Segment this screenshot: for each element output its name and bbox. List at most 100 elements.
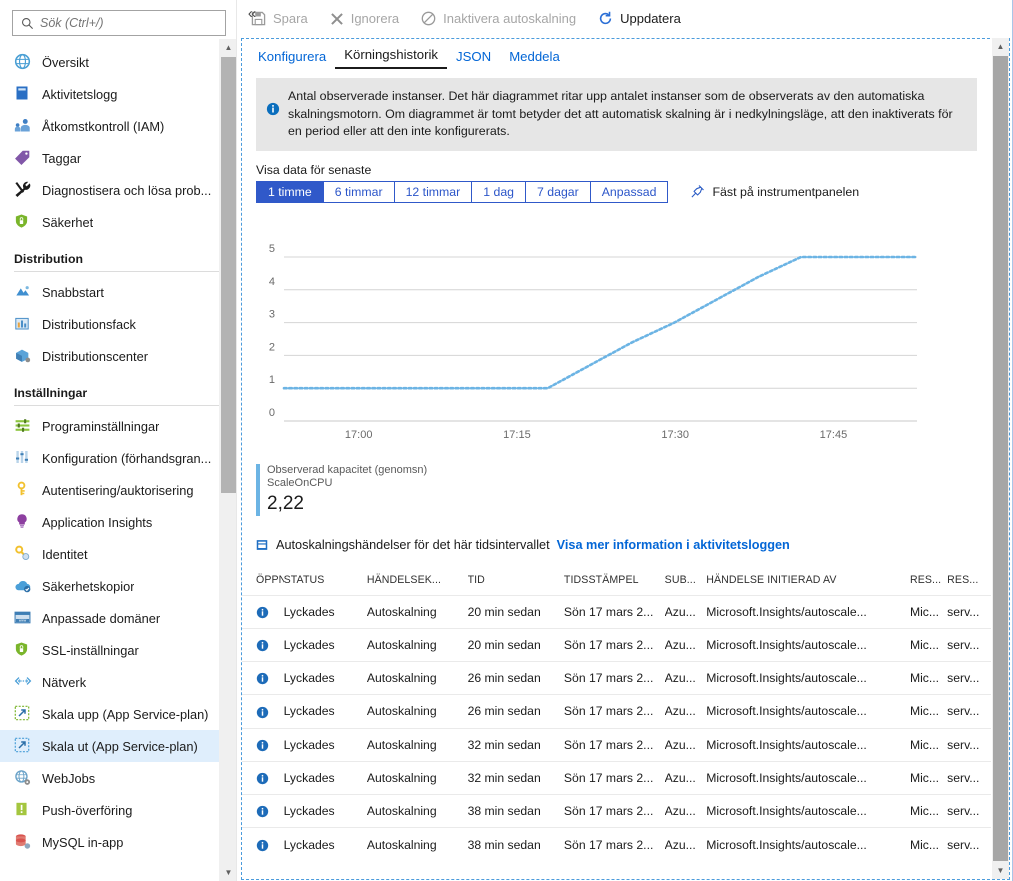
sidebar-item-snabbstart[interactable]: Snabbstart	[0, 276, 236, 308]
open-details-icon[interactable]	[242, 694, 284, 729]
main-scrollbar-thumb[interactable]	[993, 56, 1008, 861]
sidebar-scrollbar[interactable]: ▲ ▼	[219, 39, 236, 881]
sidebar-item-label: Konfiguration (förhandsgran...	[42, 450, 212, 466]
content-scroll-area: Antal observerade instanser. Det här dia…	[242, 70, 991, 879]
discard-button[interactable]: Ignorera	[330, 11, 411, 26]
networking-icon	[14, 673, 32, 691]
info-icon[interactable]	[256, 639, 269, 652]
tab-körningshistorik[interactable]: Körningshistorik	[335, 47, 448, 69]
sidebar-item-diagnostisera-och-lösa-prob[interactable]: Diagnostisera och lösa prob...	[0, 174, 236, 206]
table-row[interactable]: Lyckades Autoskalning 32 min sedan Sön 17 m…	[242, 727, 991, 762]
open-details-icon[interactable]	[242, 760, 284, 795]
sidebar-item-ssl-inställningar[interactable]: SSL-inställningar	[0, 634, 236, 666]
info-icon[interactable]	[256, 606, 269, 619]
info-icon[interactable]	[256, 805, 269, 818]
open-details-icon[interactable]	[242, 794, 284, 828]
cell-resource-1: Mic...	[909, 827, 948, 861]
info-icon[interactable]	[256, 706, 269, 719]
time-range-option-7-dagar[interactable]: 7 dagar	[525, 180, 590, 203]
open-details-icon[interactable]	[242, 827, 284, 861]
info-icon[interactable]	[256, 739, 269, 752]
sidebar-item-mysql-in-app[interactable]: MySQL in-app	[0, 826, 236, 858]
time-range-option-6-timmar[interactable]: 6 timmar	[322, 180, 394, 203]
sidebar-item-skala-ut-app-service-plan[interactable]: Skala ut (App Service-plan)	[0, 730, 236, 762]
sidebar-scroll-down-icon[interactable]: ▼	[220, 864, 236, 881]
sidebar-item-konfiguration-förhandsgran[interactable]: Konfiguration (förhandsgran...	[0, 442, 236, 474]
col-initiated-by[interactable]: HÄNDELSE INITIERAD AV	[706, 568, 910, 596]
time-range-option-12-timmar[interactable]: 12 timmar	[393, 180, 472, 203]
main-scroll-down-icon[interactable]: ▼	[992, 862, 1009, 879]
time-range-option-1-timme[interactable]: 1 timme	[256, 180, 323, 203]
time-range-option-1-dag[interactable]: 1 dag	[471, 180, 526, 203]
table-row[interactable]: Lyckades Autoskalning 26 min sedan Sön 17 m…	[242, 661, 991, 695]
table-row[interactable]: Lyckades Autoskalning 38 min sedan Sön 17 m…	[242, 827, 991, 861]
sidebar-scroll-up-icon[interactable]: ▲	[220, 39, 236, 56]
table-row[interactable]: Lyckades Autoskalning 20 min sedan Sön 17 m…	[242, 627, 991, 662]
info-icon[interactable]	[256, 672, 269, 685]
sidebar-item-label: Skala upp (App Service-plan)	[42, 706, 209, 722]
info-icon[interactable]	[256, 839, 269, 852]
col-status[interactable]: STATUS	[284, 568, 367, 596]
table-row[interactable]: Lyckades Autoskalning 26 min sedan Sön 17 m…	[242, 694, 991, 729]
sidebar-item-aktivitetslogg[interactable]: Aktivitetslogg	[0, 78, 236, 110]
sidebar-item-säkerhet[interactable]: Säkerhet	[0, 206, 236, 238]
view-activity-log-link[interactable]: Visa mer information i aktivitetsloggen	[557, 538, 790, 552]
cell-kind: Autoskalning	[366, 727, 468, 762]
no-entry-icon	[421, 11, 436, 26]
sidebar-item-anpassade-domäner[interactable]: www Anpassade domäner	[0, 602, 236, 634]
cell-kind: Autoskalning	[366, 694, 468, 729]
sidebar-item-nätverk[interactable]: Nätverk	[0, 666, 236, 698]
table-row[interactable]: Lyckades Autoskalning 32 min sedan Sön 17 m…	[242, 760, 991, 795]
col-time[interactable]: TID	[468, 568, 564, 596]
sidebar-item-distributionsfack[interactable]: Distributionsfack	[0, 308, 236, 340]
col-timestamp[interactable]: TIDSSTÄMPEL	[564, 568, 665, 596]
sidebar-item-distributionscenter[interactable]: Distributionscenter	[0, 340, 236, 372]
mysql-inapp-icon	[14, 833, 32, 851]
table-row[interactable]: Lyckades Autoskalning 38 min sedan Sön 17 m…	[242, 794, 991, 828]
chart-y-tick: 3	[269, 308, 275, 320]
open-details-icon[interactable]	[242, 627, 284, 662]
sidebar-item-identitet[interactable]: Identitet	[0, 538, 236, 570]
sidebar-group-divider	[14, 405, 222, 406]
open-details-icon[interactable]	[242, 594, 284, 629]
col-resource-1[interactable]: RES...	[910, 568, 947, 596]
save-button[interactable]: Spara	[251, 11, 320, 26]
tab-json[interactable]: JSON	[447, 49, 500, 69]
sidebar-item-översikt[interactable]: Översikt	[0, 46, 236, 78]
sidebar-item-taggar[interactable]: Taggar	[0, 142, 236, 174]
sidebar-item-åtkomstkontroll-iam[interactable]: Åtkomstkontroll (IAM)	[0, 110, 236, 142]
col-resource-2[interactable]: RES...	[947, 568, 991, 596]
col-open[interactable]: ÖPPNA	[242, 568, 284, 596]
legend-value: 2,22	[267, 492, 304, 514]
sidebar-item-webjobs[interactable]: WebJobs	[0, 762, 236, 794]
info-icon[interactable]	[256, 772, 269, 785]
collapse-menu-button[interactable]: «	[243, 4, 261, 24]
main-scroll-up-icon[interactable]: ▲	[992, 38, 1009, 55]
table-row[interactable]: Lyckades Autoskalning 20 min sedan Sön 17 m…	[242, 594, 991, 629]
scale-up-icon	[14, 705, 32, 723]
time-range-option-anpassad[interactable]: Anpassad	[589, 180, 669, 203]
azure-portal-scale-out-blade: Översikt Aktivitetslogg Åtkomstkontroll (I…	[0, 0, 1013, 881]
tab-meddela[interactable]: Meddela	[500, 49, 569, 69]
disable-autoscale-button[interactable]: Inaktivera autoskalning	[421, 11, 588, 26]
sidebar-item-skala-upp-app-service-plan[interactable]: Skala upp (App Service-plan)	[0, 698, 236, 730]
open-details-icon[interactable]	[242, 727, 284, 762]
tab-konfigurera[interactable]: Konfigurera	[249, 49, 335, 69]
sidebar-item-label: Snabbstart	[42, 284, 104, 300]
refresh-button[interactable]: Uppdatera	[598, 11, 693, 26]
sidebar-item-application-insights[interactable]: Application Insights	[0, 506, 236, 538]
sidebar-item-säkerhetskopior[interactable]: Säkerhetskopior	[0, 570, 236, 602]
sidebar-scrollbar-thumb[interactable]	[221, 57, 236, 493]
open-details-icon[interactable]	[242, 661, 284, 695]
sidebar-item-programinställningar[interactable]: Programinställningar	[0, 410, 236, 442]
col-kind[interactable]: HÄNDELSEK...	[367, 568, 468, 596]
main-scrollbar[interactable]: ▲ ▼	[992, 38, 1009, 879]
sidebar-item-push-överföring[interactable]: Push-överföring	[0, 794, 236, 826]
observed-capacity-chart[interactable]: 0 1 2 3 4 5 17:00 17:15 17:30 17:45	[242, 243, 991, 458]
sidebar-item-autentisering-auktorisering[interactable]: Autentisering/auktorisering	[0, 474, 236, 506]
pin-to-dashboard-button[interactable]: Fäst på instrumentpanelen	[690, 184, 859, 199]
search-input[interactable]	[40, 16, 225, 30]
col-subscription[interactable]: SUB...	[665, 568, 707, 596]
search-box[interactable]	[12, 10, 226, 36]
cell-kind: Autoskalning	[366, 627, 468, 662]
